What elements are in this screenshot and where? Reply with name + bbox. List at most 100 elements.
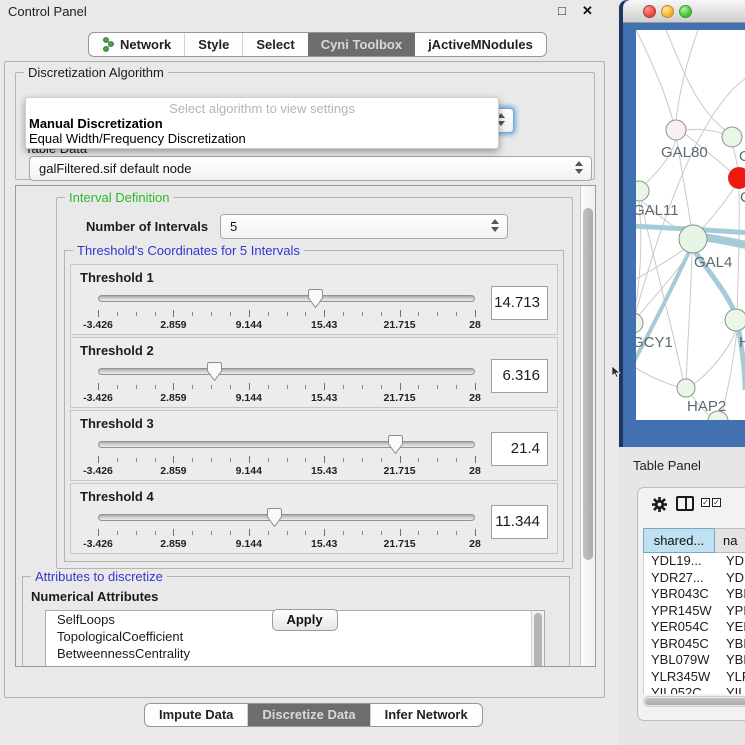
slider-thumb[interactable] bbox=[308, 289, 323, 308]
slider-track[interactable] bbox=[98, 368, 475, 375]
threshold-slider[interactable]: -3.4262.8599.14415.4321.71528 bbox=[98, 505, 475, 551]
number-of-intervals-combobox[interactable]: 5 bbox=[220, 214, 508, 239]
column-header-shared-name[interactable]: shared... bbox=[643, 528, 715, 553]
network-edge[interactable] bbox=[636, 252, 689, 323]
minor-tick bbox=[437, 385, 438, 389]
network-edge[interactable] bbox=[737, 188, 739, 315]
major-tick bbox=[400, 383, 401, 390]
threshold-slider[interactable]: -3.4262.8599.14415.4321.71528 bbox=[98, 286, 475, 332]
slider-track[interactable] bbox=[98, 441, 475, 448]
cell-name[interactable]: YIL0 bbox=[716, 685, 745, 694]
cell-shared-name[interactable]: YDL19... bbox=[644, 553, 716, 570]
network-edge[interactable] bbox=[676, 30, 698, 120]
table-data-combobox[interactable]: galFiltered.sif default node bbox=[29, 156, 592, 181]
dropdown-option-equal-width-frequency[interactable]: Equal Width/Frequency Discretization bbox=[26, 131, 498, 146]
network-node-ga[interactable] bbox=[722, 127, 742, 147]
table-row[interactable]: YLR345WYLR3 bbox=[644, 669, 745, 686]
cell-shared-name[interactable]: YER054C bbox=[644, 619, 716, 636]
cell-name[interactable]: YLR3 bbox=[716, 669, 745, 686]
scrollbar-thumb[interactable] bbox=[645, 698, 745, 705]
tick-label: 2.859 bbox=[160, 392, 186, 404]
cell-shared-name[interactable]: YBL079W bbox=[644, 652, 716, 669]
minimize-window-icon[interactable] bbox=[661, 5, 674, 18]
number-of-intervals-label: Number of Intervals bbox=[86, 219, 208, 234]
dropdown-option-manual-discretization[interactable]: Manual Discretization bbox=[26, 116, 498, 131]
network-edge[interactable] bbox=[636, 30, 674, 125]
scrollbar-thumb[interactable] bbox=[534, 613, 542, 667]
table-row[interactable]: YBR045CYBR0 bbox=[644, 636, 745, 653]
table-row[interactable]: YBL079WYBL0 bbox=[644, 652, 745, 669]
attribute-list-scrollbar[interactable] bbox=[531, 611, 544, 667]
cell-name[interactable]: YBR0 bbox=[716, 636, 745, 653]
pane-vertical-scrollbar[interactable] bbox=[580, 186, 595, 666]
network-node-hi[interactable] bbox=[725, 309, 745, 331]
threshold-value-field[interactable]: 21.4 bbox=[491, 432, 548, 466]
slider-track[interactable] bbox=[98, 514, 475, 521]
network-node-c[interactable] bbox=[729, 168, 745, 189]
apply-button[interactable]: Apply bbox=[272, 609, 338, 631]
tab-discretize-data[interactable]: Discretize Data bbox=[247, 704, 369, 726]
close-window-icon[interactable] bbox=[643, 5, 656, 18]
table-horizontal-scrollbar[interactable] bbox=[643, 696, 745, 707]
network-node-gal4[interactable] bbox=[679, 225, 707, 253]
network-node-gal11[interactable] bbox=[636, 181, 649, 201]
network-edge[interactable] bbox=[686, 253, 692, 388]
threshold-slider[interactable]: -3.4262.8599.14415.4321.71528 bbox=[98, 359, 475, 405]
network-node-gcy1[interactable] bbox=[636, 313, 643, 333]
combo-stepper-icon[interactable] bbox=[575, 161, 584, 174]
tab-network[interactable]: Network bbox=[89, 33, 184, 56]
cell-shared-name[interactable]: YBR043C bbox=[644, 586, 716, 603]
tab-select[interactable]: Select bbox=[242, 33, 307, 56]
float-window-icon[interactable]: □ bbox=[558, 3, 566, 18]
threshold-value-field[interactable]: 11.344 bbox=[491, 505, 548, 539]
table-row[interactable]: YDR27...YDR2 bbox=[644, 570, 745, 587]
cell-name[interactable]: YPR1 bbox=[716, 603, 745, 620]
slider-ticks bbox=[98, 310, 475, 318]
cell-shared-name[interactable]: YDR27... bbox=[644, 570, 716, 587]
network-node-hap2[interactable] bbox=[677, 379, 695, 397]
network-canvas[interactable]: GAL80GACGAL11GAL4GCY1HIHAP2 bbox=[636, 30, 745, 420]
gear-icon[interactable] bbox=[651, 496, 668, 513]
network-edge[interactable] bbox=[636, 365, 678, 387]
combo-stepper-icon[interactable] bbox=[491, 219, 500, 232]
cell-shared-name[interactable]: YLR345W bbox=[644, 669, 716, 686]
slider-thumb[interactable] bbox=[207, 362, 222, 381]
attribute-list-item[interactable]: BetweennessCentrality bbox=[46, 645, 544, 662]
table-row[interactable]: YPR145WYPR1 bbox=[644, 603, 745, 620]
minor-tick bbox=[343, 458, 344, 462]
tab-jactivemnodules[interactable]: jActiveMNodules bbox=[415, 33, 546, 56]
threshold-value-field[interactable]: 6.316 bbox=[491, 359, 548, 393]
cell-name[interactable]: YBR0 bbox=[716, 586, 745, 603]
slider-track[interactable] bbox=[98, 295, 475, 302]
table-row[interactable]: YIL052CYIL0 bbox=[644, 685, 745, 694]
tab-cyni-toolbox[interactable]: Cyni Toolbox bbox=[308, 33, 415, 56]
major-tick bbox=[400, 456, 401, 463]
tab-style-label: Style bbox=[198, 37, 229, 52]
column-header-name[interactable]: na bbox=[715, 528, 745, 553]
cell-shared-name[interactable]: YIL052C bbox=[644, 685, 716, 694]
cell-name[interactable]: YER0 bbox=[716, 619, 745, 636]
threshold-slider[interactable]: -3.4262.8599.14415.4321.71528 bbox=[98, 432, 475, 478]
table-row[interactable]: YER054CYER0 bbox=[644, 619, 745, 636]
cell-shared-name[interactable]: YPR145W bbox=[644, 603, 716, 620]
cell-name[interactable]: YDR2 bbox=[716, 570, 745, 587]
scrollbar-thumb[interactable] bbox=[583, 208, 593, 560]
tab-style[interactable]: Style bbox=[184, 33, 242, 56]
tab-infer-network[interactable]: Infer Network bbox=[370, 704, 482, 726]
network-edge[interactable] bbox=[666, 30, 728, 132]
tab-impute-data[interactable]: Impute Data bbox=[145, 704, 247, 726]
threshold-value-field[interactable]: 14.713 bbox=[491, 286, 548, 320]
slider-thumb[interactable] bbox=[267, 508, 282, 527]
columns-icon[interactable] bbox=[676, 496, 694, 511]
table-row[interactable]: YDL19...YDL1 bbox=[644, 553, 745, 570]
cell-name[interactable]: YDL1 bbox=[716, 553, 745, 570]
table-row[interactable]: YBR043CYBR0 bbox=[644, 586, 745, 603]
cell-name[interactable]: YBL0 bbox=[716, 652, 745, 669]
network-node-gal80[interactable] bbox=[666, 120, 686, 140]
major-tick bbox=[324, 529, 325, 536]
cell-shared-name[interactable]: YBR045C bbox=[644, 636, 716, 653]
slider-thumb[interactable] bbox=[388, 435, 403, 454]
zoom-window-icon[interactable] bbox=[679, 5, 692, 18]
checkboxes-icon[interactable]: ✓ ✓ bbox=[701, 498, 721, 507]
close-panel-icon[interactable]: ✕ bbox=[582, 3, 593, 19]
